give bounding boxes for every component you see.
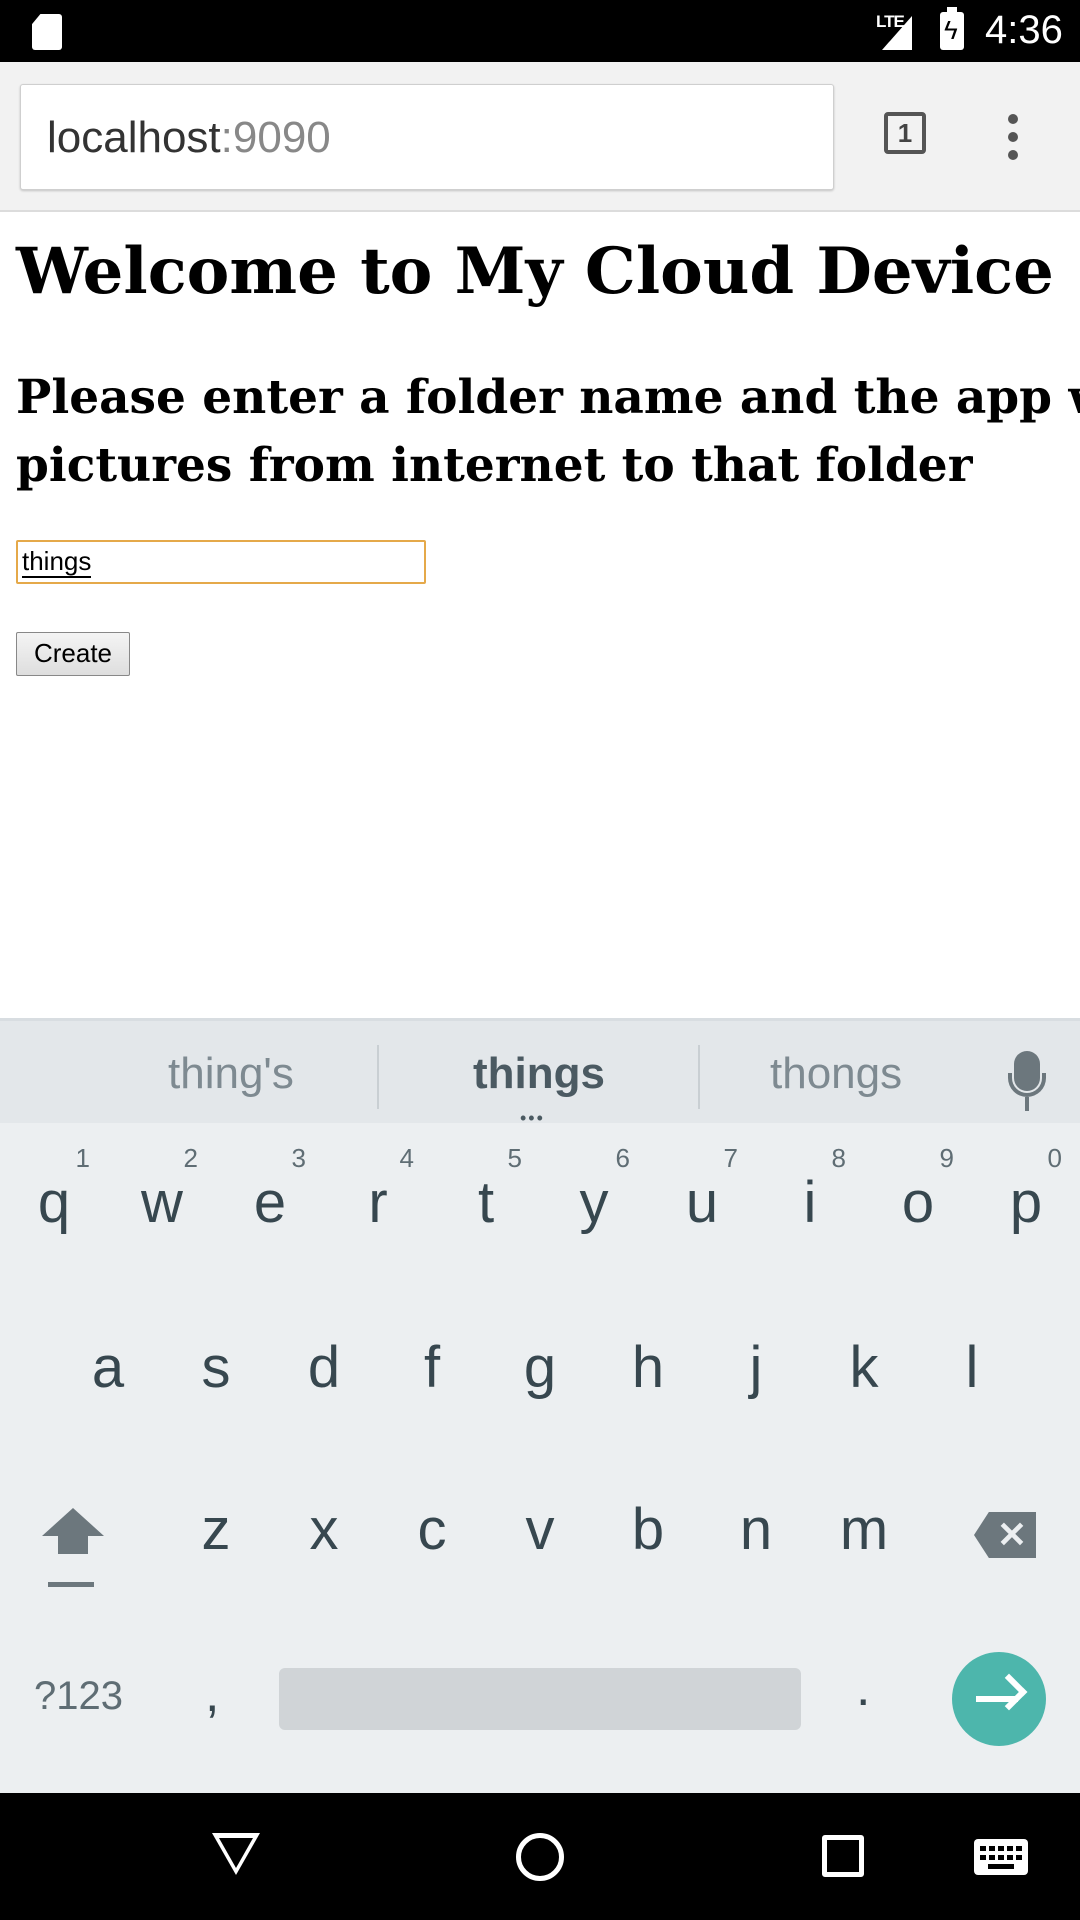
signal-icon [882, 16, 912, 50]
space-bar[interactable] [279, 1668, 801, 1730]
home-icon[interactable] [516, 1833, 564, 1881]
key-label: c [417, 1497, 447, 1562]
key-label: m [839, 1497, 889, 1562]
key-w[interactable]: 2w [112, 1123, 212, 1263]
key-label: i [803, 1170, 817, 1235]
suggestion-divider [698, 1045, 700, 1109]
key-label: o [901, 1170, 935, 1235]
key-label: s [201, 1335, 231, 1400]
key-j[interactable]: j [706, 1288, 806, 1428]
key-label: f [423, 1335, 441, 1400]
recents-icon[interactable] [822, 1835, 864, 1877]
key-label: g [523, 1335, 557, 1400]
page-instructions: Please enter a folder name and the app w… [16, 364, 1080, 500]
key-label: p [1009, 1170, 1043, 1235]
url-bar[interactable]: localhost:9090 [20, 84, 834, 190]
key-label: d [307, 1335, 341, 1400]
key-m[interactable]: m [814, 1450, 914, 1590]
key-label: b [631, 1497, 665, 1562]
key-u[interactable]: 7u [652, 1123, 752, 1263]
key-i[interactable]: 8i [760, 1123, 860, 1263]
suggestion-divider [377, 1045, 379, 1109]
key-g[interactable]: g [490, 1288, 590, 1428]
comma-key[interactable]: , [205, 1664, 219, 1724]
key-label: r [368, 1170, 388, 1235]
key-v[interactable]: v [490, 1450, 590, 1590]
key-r[interactable]: 4r [328, 1123, 428, 1263]
key-z[interactable]: z [166, 1450, 266, 1590]
key-label: z [201, 1497, 231, 1562]
status-bar: LTE ϟ 4:36 [0, 0, 1080, 62]
key-label: y [579, 1170, 609, 1235]
key-label: u [685, 1170, 719, 1235]
key-label: w [141, 1170, 183, 1235]
mic-icon-base [1008, 1073, 1046, 1097]
key-label: j [749, 1335, 763, 1400]
folder-name-input[interactable]: things [16, 540, 426, 584]
key-p[interactable]: 0p [976, 1123, 1076, 1263]
key-e[interactable]: 3e [220, 1123, 320, 1263]
key-c[interactable]: c [382, 1450, 482, 1590]
url-port: :9090 [220, 113, 331, 162]
key-label: x [309, 1497, 339, 1562]
mic-icon-stem [1025, 1097, 1029, 1111]
key-label: t [477, 1170, 495, 1235]
key-label: k [849, 1335, 879, 1400]
more-suggestions-icon: ••• [520, 1108, 545, 1128]
charging-bolt-icon: ϟ [944, 15, 958, 45]
go-arrow-icon[interactable] [952, 1652, 1046, 1746]
key-x[interactable]: x [274, 1450, 374, 1590]
key-d[interactable]: d [274, 1288, 374, 1428]
overflow-menu-icon[interactable] [1008, 114, 1020, 160]
suggestion-1[interactable]: thing's [168, 1049, 294, 1099]
key-label: a [91, 1335, 125, 1400]
key-t[interactable]: 5t [436, 1123, 536, 1263]
clock: 4:36 [985, 8, 1063, 52]
web-page: Welcome to My Cloud Device SI Please ent… [0, 212, 1080, 1020]
folder-name-value: things [22, 546, 92, 578]
instructions-line-1: Please enter a folder name and the app w… [16, 370, 1080, 425]
backspace-icon[interactable]: ✕ [974, 1512, 1036, 1558]
keyboard-switch-icon[interactable] [974, 1839, 1028, 1875]
suggestion-3[interactable]: thongs [770, 1049, 902, 1099]
key-label: e [253, 1170, 287, 1235]
key-q[interactable]: 1q [4, 1123, 104, 1263]
key-h[interactable]: h [598, 1288, 698, 1428]
key-label: v [525, 1497, 555, 1562]
browser-toolbar: localhost:9090 1 [0, 62, 1080, 212]
url-text: localhost:9090 [47, 113, 331, 163]
key-f[interactable]: f [382, 1288, 482, 1428]
period-key[interactable]: . [856, 1658, 870, 1718]
shift-icon[interactable] [42, 1508, 104, 1592]
back-icon[interactable] [212, 1833, 260, 1875]
key-n[interactable]: n [706, 1450, 806, 1590]
key-label: l [965, 1335, 979, 1400]
key-l[interactable]: l [922, 1288, 1022, 1428]
url-host: localhost [47, 113, 221, 162]
sd-card-icon [32, 14, 62, 50]
key-s[interactable]: s [166, 1288, 266, 1428]
key-label: q [37, 1170, 71, 1235]
key-y[interactable]: 6y [544, 1123, 644, 1263]
symbols-key[interactable]: ?123 [34, 1674, 123, 1719]
key-a[interactable]: a [58, 1288, 158, 1428]
page-title: Welcome to My Cloud Device SI [16, 234, 1080, 309]
create-button[interactable]: Create [16, 632, 130, 676]
suggestion-2[interactable]: things [473, 1049, 605, 1099]
key-o[interactable]: 9o [868, 1123, 968, 1263]
key-label: h [631, 1335, 665, 1400]
key-b[interactable]: b [598, 1450, 698, 1590]
key-k[interactable]: k [814, 1288, 914, 1428]
soft-keyboard: thing's things ••• thongs 1q2w3e4r5t6y7u… [0, 1018, 1080, 1793]
instructions-line-2: pictures from internet to that folder [16, 438, 973, 493]
suggestion-strip: thing's things ••• thongs [0, 1018, 1080, 1128]
system-nav-bar [0, 1793, 1080, 1920]
tabs-icon[interactable]: 1 [884, 112, 926, 154]
key-label: n [739, 1497, 773, 1562]
